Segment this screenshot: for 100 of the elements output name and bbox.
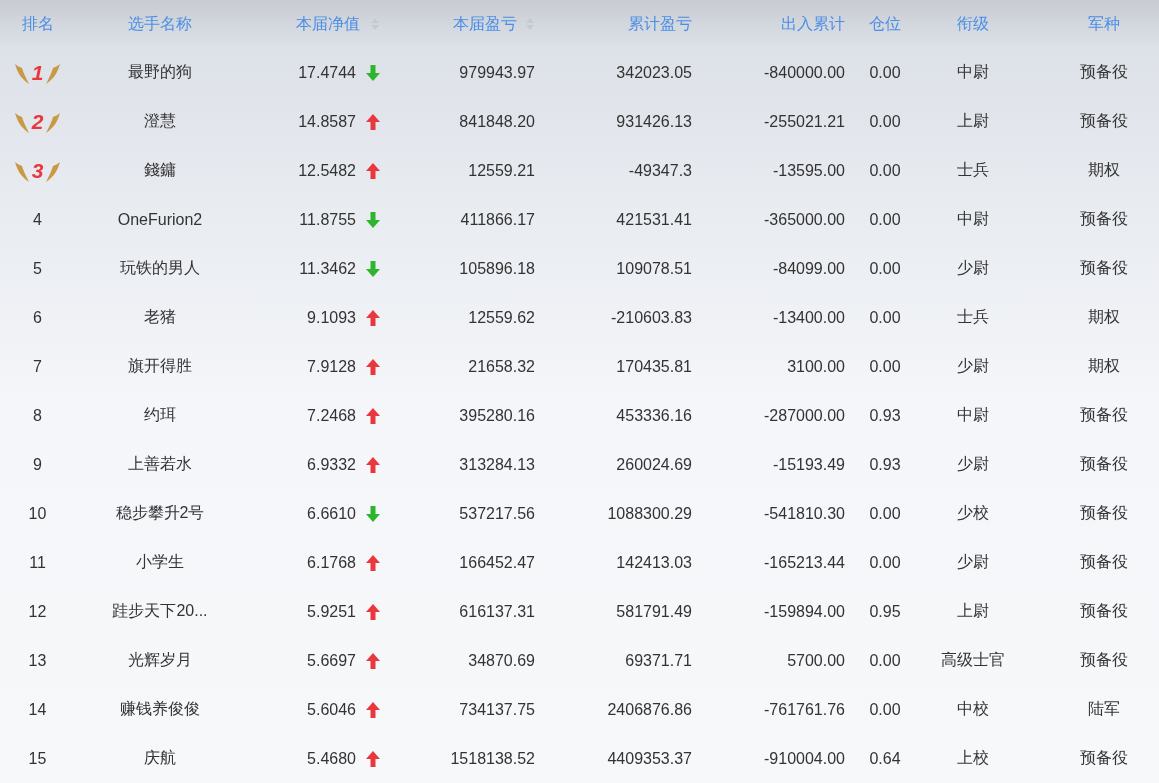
grade-label: 中尉 [957,209,989,229]
net-value: 7.2468 [307,406,356,425]
profit-value: 841848.20 [459,112,535,131]
position-value: 0.00 [869,504,901,523]
branch-label: 预备役 [1080,405,1128,425]
position-value: 0.00 [869,259,901,278]
rank-number: 13 [28,651,47,670]
grade-label: 上尉 [957,111,989,131]
player-name[interactable]: 跬步天下20... [112,601,208,622]
grade-label: 少尉 [957,356,989,376]
rank-number: 7 [33,357,42,376]
position-value: 0.00 [869,553,901,572]
flow-value: 3100.00 [787,357,845,376]
profit-value: 616137.31 [459,602,535,621]
branch-label: 预备役 [1080,503,1128,523]
player-name[interactable]: 光辉岁月 [128,650,192,671]
rank-number: 15 [28,749,47,768]
player-name[interactable]: 旗开得胜 [128,356,192,377]
branch-label: 预备役 [1080,111,1128,131]
flow-value: -15193.49 [772,455,845,474]
grade-label: 中尉 [957,405,989,425]
branch-label: 期权 [1088,356,1120,376]
profit-value: 537217.56 [459,504,535,523]
player-name[interactable]: 澄慧 [144,111,176,132]
position-value: 0.00 [869,357,901,376]
player-name[interactable]: 稳步攀升2号 [115,503,205,524]
rank-number: 1 [31,60,44,85]
grade-label: 中尉 [957,62,989,82]
cumulative-value: -49347.3 [628,161,692,180]
branch-label: 预备役 [1080,650,1128,670]
cumulative-value: 260024.69 [616,455,692,474]
profit-value: 395280.16 [459,406,535,425]
player-name[interactable]: 錢鏞 [144,160,176,181]
position-value: 0.00 [869,112,901,131]
branch-label: 预备役 [1080,454,1128,474]
profit-value: 734137.75 [459,700,535,719]
player-name[interactable]: 庆航 [144,748,176,769]
cumulative-value: 421531.41 [616,210,692,229]
player-name[interactable]: 赚钱养俊俊 [120,699,200,720]
net-value: 5.4680 [307,749,356,768]
net-value: 14.8587 [298,112,356,131]
branch-label: 预备役 [1080,601,1128,621]
net-value: 5.6697 [307,651,356,670]
flow-value: -761761.76 [764,700,845,719]
position-value: 0.00 [869,700,901,719]
position-value: 0.93 [869,455,901,474]
rank-number: 4 [33,210,42,229]
profit-value: 1518138.52 [450,749,535,768]
player-name[interactable]: 小学生 [136,552,184,573]
player-name[interactable]: 最野的狗 [128,62,192,83]
branch-label: 预备役 [1080,209,1128,229]
grade-label: 少尉 [957,552,989,572]
rank-number: 2 [31,109,44,134]
cumulative-value: 142413.03 [616,553,692,572]
net-value: 6.1768 [307,553,356,572]
branch-label: 期权 [1088,160,1120,180]
player-name[interactable]: 老猪 [144,307,176,328]
grade-label: 上尉 [957,601,989,621]
profit-value: 12559.21 [468,161,535,180]
branch-label: 陆军 [1088,699,1120,719]
branch-label: 预备役 [1080,552,1128,572]
player-name[interactable]: 约珥 [144,405,176,426]
net-value: 9.1093 [307,308,356,327]
flow-value: -84099.00 [772,259,845,278]
flow-value: -365000.00 [764,210,845,229]
player-name[interactable]: OneFurion2 [117,210,203,229]
position-value: 0.00 [869,210,901,229]
branch-label: 预备役 [1080,258,1128,278]
rank-number: 3 [31,158,44,183]
column-header: 出入累计 [781,13,845,34]
net-value: 6.6610 [307,504,356,523]
column-header: 选手名称 [128,13,192,34]
flow-value: -840000.00 [764,63,845,82]
flow-value: 5700.00 [787,651,845,670]
cumulative-value: -210603.83 [611,308,692,327]
position-value: 0.00 [869,161,901,180]
rank-number: 8 [33,406,42,425]
net-value: 11.8755 [299,210,356,229]
branch-label: 预备役 [1080,62,1128,82]
position-value: 0.00 [869,63,901,82]
profit-value: 105896.18 [459,259,535,278]
cumulative-value: 931426.13 [616,112,692,131]
position-value: 0.64 [869,749,901,768]
profit-value: 12559.62 [468,308,535,327]
cumulative-value: 342023.05 [616,63,692,82]
player-name[interactable]: 玩铁的男人 [120,258,200,279]
flow-value: -13400.00 [772,308,845,327]
cumulative-value: 109078.51 [616,259,692,278]
player-name[interactable]: 上善若水 [128,454,192,475]
profit-value: 34870.69 [468,651,535,670]
grade-label: 士兵 [957,160,989,180]
grade-label: 高级士官 [941,650,1005,670]
position-value: 0.00 [869,651,901,670]
net-value: 12.5482 [298,161,356,180]
cumulative-value: 170435.81 [616,357,692,376]
profit-value: 979943.97 [459,63,535,82]
column-header: 排名 [21,13,54,34]
net-value: 5.6046 [307,700,356,719]
rank-number: 10 [28,504,47,523]
cumulative-value: 581791.49 [616,602,692,621]
